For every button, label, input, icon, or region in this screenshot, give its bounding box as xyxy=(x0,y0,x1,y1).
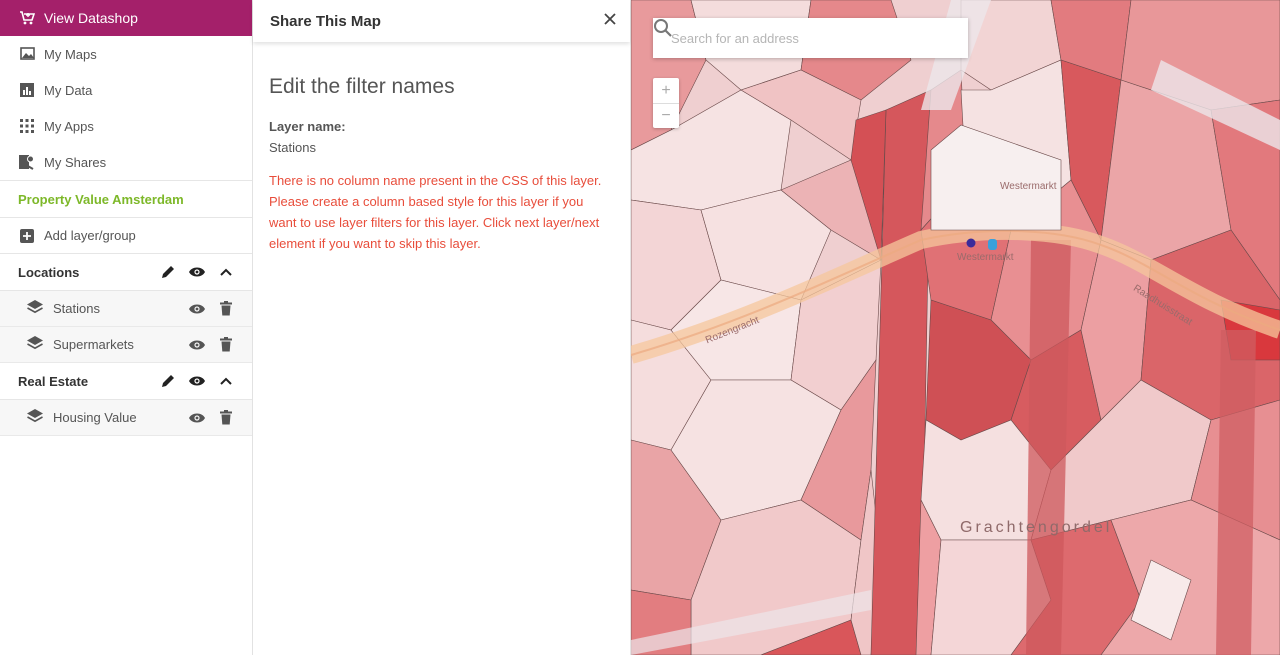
layer-label: Housing Value xyxy=(53,410,137,425)
search-input[interactable] xyxy=(671,30,926,46)
view-datashop-label: View Datashop xyxy=(44,10,138,26)
district-label: Grachtengordel xyxy=(960,519,1113,536)
nav-my-maps-label: My Maps xyxy=(44,46,97,62)
eye-icon[interactable] xyxy=(187,371,207,391)
add-layer-button[interactable]: Add layer/group xyxy=(0,218,252,254)
map-title: Property Value Amsterdam xyxy=(0,180,252,218)
maps-icon xyxy=(18,45,36,63)
share-panel-body: Edit the filter names Layer name: Statio… xyxy=(253,42,630,254)
trash-icon[interactable] xyxy=(216,335,236,355)
street-label-westermarkt-2: Westermarkt xyxy=(957,252,1014,263)
nav-my-apps[interactable]: My Apps xyxy=(0,108,252,144)
cart-icon xyxy=(18,9,36,27)
nav-my-apps-label: My Apps xyxy=(44,118,94,134)
group-locations-label: Locations xyxy=(18,264,80,280)
close-button[interactable] xyxy=(600,9,620,29)
chevron-up-icon[interactable] xyxy=(216,262,236,282)
panel-heading: Edit the filter names xyxy=(269,75,455,98)
add-layer-label: Add layer/group xyxy=(44,228,136,243)
layers-icon xyxy=(26,408,44,427)
layer-row-stations[interactable]: Stations xyxy=(0,291,252,327)
share-panel: Share This Map Edit the filter names Lay… xyxy=(253,0,631,655)
nav-my-maps[interactable]: My Maps xyxy=(0,36,252,72)
layers-icon xyxy=(26,299,44,318)
share-panel-header: Share This Map xyxy=(253,0,630,42)
zoom-control: + − xyxy=(653,78,679,128)
trash-icon[interactable] xyxy=(216,299,236,319)
error-message: There is no column name present in the C… xyxy=(269,173,602,251)
group-real-estate-label: Real Estate xyxy=(18,373,89,389)
trash-icon[interactable] xyxy=(216,408,236,428)
nav-my-data-label: My Data xyxy=(44,82,93,98)
apps-icon xyxy=(18,117,36,135)
eye-icon[interactable] xyxy=(187,408,207,428)
layer-name-label: Layer name: xyxy=(269,119,346,134)
layer-row-housing-value[interactable]: Housing Value xyxy=(0,400,252,436)
sidebar: View Datashop My Maps My Data My Apps My… xyxy=(0,0,253,655)
shares-icon xyxy=(18,153,36,171)
layers-icon xyxy=(26,335,44,354)
group-locations[interactable]: Locations xyxy=(0,254,252,291)
layer-name-value: Stations xyxy=(269,140,316,155)
search-icon[interactable] xyxy=(653,18,673,38)
zoom-in-button[interactable]: + xyxy=(653,78,679,103)
eye-icon[interactable] xyxy=(187,299,207,319)
layer-label: Stations xyxy=(53,301,100,316)
layer-label: Supermarkets xyxy=(53,337,134,352)
share-panel-title: Share This Map xyxy=(270,12,381,30)
nav-my-shares[interactable]: My Shares xyxy=(0,144,252,180)
eye-icon[interactable] xyxy=(187,335,207,355)
map-view[interactable]: + − Westermarkt Westermarkt Rozengracht … xyxy=(631,0,1280,655)
group-real-estate[interactable]: Real Estate xyxy=(0,363,252,400)
close-icon xyxy=(604,13,616,25)
data-icon xyxy=(18,81,36,99)
eye-icon[interactable] xyxy=(187,262,207,282)
view-datashop-button[interactable]: View Datashop xyxy=(0,0,252,36)
chevron-up-icon[interactable] xyxy=(216,371,236,391)
zoom-out-button[interactable]: − xyxy=(653,103,679,128)
address-search[interactable] xyxy=(653,18,968,58)
nav-my-shares-label: My Shares xyxy=(44,154,107,170)
street-label-westermarkt: Westermarkt xyxy=(1000,181,1057,192)
edit-icon[interactable] xyxy=(158,371,178,391)
edit-icon[interactable] xyxy=(158,262,178,282)
nav-my-data[interactable]: My Data xyxy=(0,72,252,108)
add-box-icon xyxy=(18,227,36,245)
layer-row-supermarkets[interactable]: Supermarkets xyxy=(0,327,252,363)
